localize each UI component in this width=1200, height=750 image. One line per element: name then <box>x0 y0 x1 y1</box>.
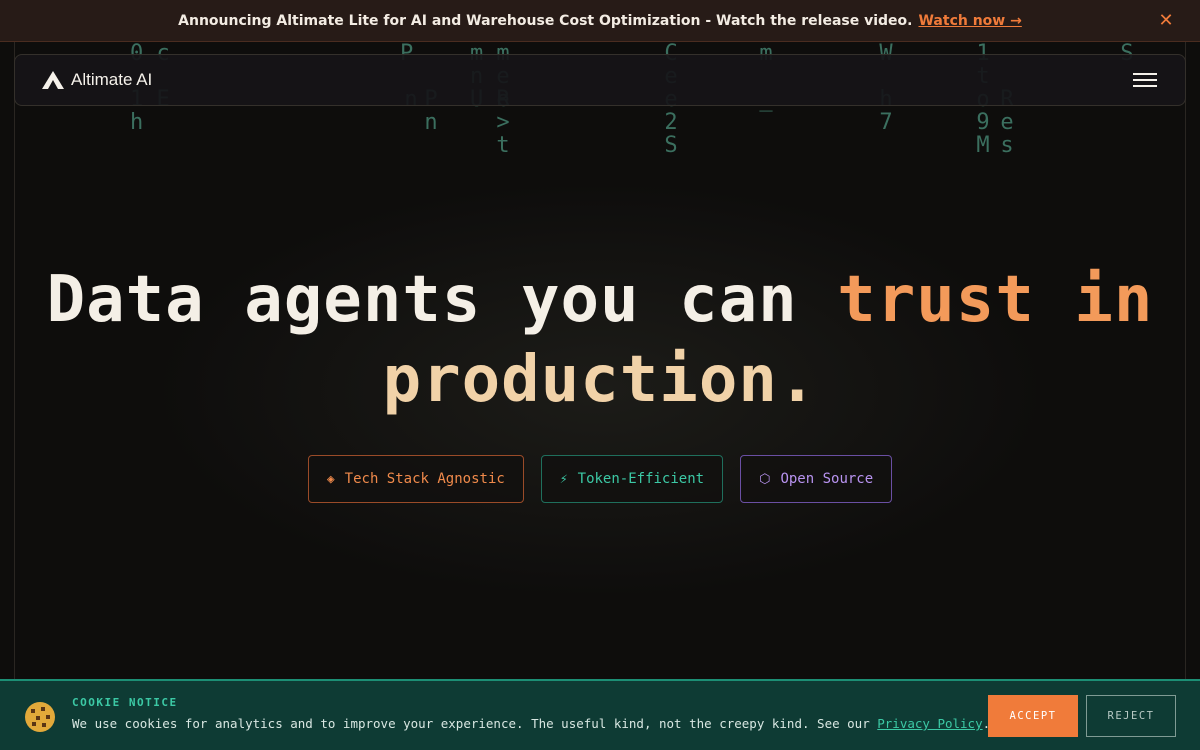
cookie-text: We use cookies for analytics and to impr… <box>72 716 990 731</box>
hero-title-accent: trust in <box>837 263 1154 337</box>
watch-now-link[interactable]: Watch now → <box>918 13 1021 29</box>
hamburger-menu-icon[interactable] <box>1133 69 1159 91</box>
cookie-notice: COOKIE NOTICE We use cookies for analyti… <box>0 679 1200 750</box>
navbar: Altimate AI <box>14 54 1186 106</box>
hero-title-part1: Data agents you can <box>46 263 838 337</box>
accept-button[interactable]: ACCEPT <box>988 695 1078 737</box>
hexagon-icon: ⬡ <box>759 471 771 487</box>
feature-badges: ◈ Tech Stack Agnostic ⚡ Token-Efficient … <box>0 455 1200 503</box>
brand-name: Altimate AI <box>71 70 153 89</box>
cookie-icon <box>25 702 55 732</box>
badge-label: Tech Stack Agnostic <box>344 471 505 487</box>
close-icon[interactable]: ✕ <box>1156 11 1176 31</box>
reject-button[interactable]: REJECT <box>1086 695 1176 737</box>
announcement-bar: Announcing Altimate Lite for AI and Ware… <box>0 0 1200 42</box>
hero-title: Data agents you can trust in production. <box>0 260 1200 420</box>
privacy-policy-link[interactable]: Privacy Policy <box>877 716 982 731</box>
lightning-icon: ⚡ <box>559 471 568 487</box>
brand-logo-link[interactable]: Altimate AI <box>41 70 152 90</box>
badge-open-source[interactable]: ⬡ Open Source <box>740 455 893 503</box>
badge-label: Token-Efficient <box>577 471 705 487</box>
diamond-icon: ◈ <box>326 471 335 487</box>
announcement-message: Announcing Altimate Lite for AI and Ware… <box>178 12 913 29</box>
badge-tech-stack-agnostic[interactable]: ◈ Tech Stack Agnostic <box>307 455 524 503</box>
altimate-logo-icon <box>42 71 64 89</box>
cookie-message: We use cookies for analytics and to impr… <box>72 716 878 731</box>
badge-token-efficient[interactable]: ⚡ Token-Efficient <box>540 455 724 503</box>
hero-title-part2: production. <box>382 343 818 417</box>
badge-label: Open Source <box>780 471 874 487</box>
cookie-title: COOKIE NOTICE <box>72 696 178 709</box>
